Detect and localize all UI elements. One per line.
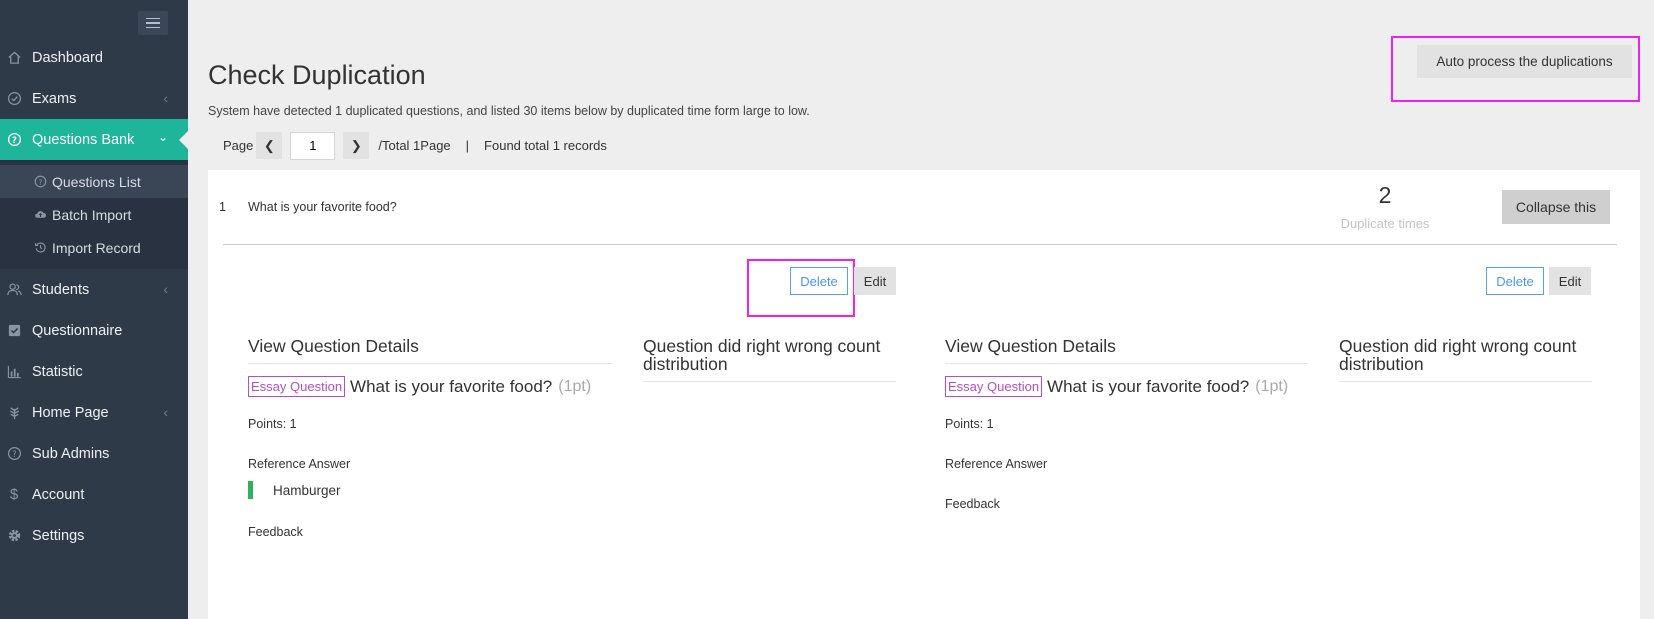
sidebar-item-label: Questionnaire <box>32 322 123 339</box>
sidebar-item-label: Sub Admins <box>32 445 110 462</box>
question-points-tag: (1pt) <box>1255 377 1289 395</box>
question-details: View Question Details Essay Question Wha… <box>248 337 613 539</box>
sidebar-item-label: Settings <box>32 527 85 544</box>
page-title: Check Duplication <box>208 60 426 90</box>
svg-text:?: ? <box>12 135 17 145</box>
sidebar-subitem-batch-import[interactable]: Batch Import <box>0 198 188 231</box>
feedback-label: Feedback <box>248 525 303 539</box>
reference-answer-label: Reference Answer <box>248 457 351 471</box>
total-pages: /Total 1Page <box>378 138 451 153</box>
records-count: Found total 1 records <box>484 138 607 153</box>
check-circle-icon <box>6 91 22 107</box>
sidebar-item-label: Students <box>32 281 90 298</box>
edit-button[interactable]: Edit <box>1549 267 1591 295</box>
sidebar-item-exams[interactable]: Exams ‹ <box>0 78 188 119</box>
distribution-section: Question did right wrong count distribut… <box>643 337 896 382</box>
distribution-heading: Question did right wrong count distribut… <box>1339 337 1592 382</box>
question-circle-icon: ? <box>6 446 22 462</box>
sidebar-nav: Dashboard Exams ‹ ? Questions Bank ⌄ ? Q… <box>0 37 189 556</box>
question-type-badge: Essay Question <box>945 376 1043 397</box>
reference-answer: Hamburger <box>248 481 613 499</box>
gear-icon <box>6 528 22 544</box>
dollar-icon: $ <box>9 486 19 503</box>
chevron-left-icon: ❮ <box>263 137 275 153</box>
users-icon <box>6 282 22 298</box>
home-icon <box>6 50 22 66</box>
question-title: What is your favorite food? <box>1047 376 1250 396</box>
bar-chart-icon <box>6 364 22 380</box>
chevron-left-icon: ‹ <box>163 90 168 106</box>
sidebar-item-settings[interactable]: Settings <box>0 515 188 556</box>
svg-text:?: ? <box>38 177 42 186</box>
points-text: Points: 1 <box>248 417 297 431</box>
sidebar-item-label: Account <box>32 486 85 503</box>
sidebar: Dashboard Exams ‹ ? Questions Bank ⌄ ? Q… <box>0 0 189 619</box>
reference-answer-label: Reference Answer <box>945 457 1048 471</box>
distribution-heading: Question did right wrong count distribut… <box>643 337 896 382</box>
page-number-input[interactable] <box>290 131 336 160</box>
points-text: Points: 1 <box>945 417 994 431</box>
details-heading: View Question Details <box>945 337 1308 364</box>
next-page-button[interactable]: ❯ <box>343 132 370 159</box>
sidebar-item-account[interactable]: $ Account <box>0 474 188 515</box>
edit-button[interactable]: Edit <box>854 267 896 295</box>
page-subtitle: System have detected 1 duplicated questi… <box>208 104 810 118</box>
page-label: Page <box>223 138 254 153</box>
checkbox-icon <box>6 323 22 339</box>
sidebar-item-label: Dashboard <box>32 49 103 66</box>
chevron-left-icon: ‹ <box>163 281 168 297</box>
sidebar-item-students[interactable]: Students ‹ <box>0 269 188 310</box>
question-points-tag: (1pt) <box>558 377 592 395</box>
feedback-label: Feedback <box>945 497 1000 511</box>
svg-text:?: ? <box>12 449 16 459</box>
cloud-upload-icon <box>33 208 47 222</box>
chevron-left-icon: ‹ <box>163 404 168 420</box>
sidebar-subitem-label: Batch Import <box>52 206 132 223</box>
sidebar-item-statistic[interactable]: Statistic <box>0 351 188 392</box>
duplicate-times-label: Duplicate times <box>1340 216 1430 231</box>
sidebar-item-dashboard[interactable]: Dashboard <box>0 37 188 78</box>
distribution-section: Question did right wrong count distribut… <box>1339 337 1592 382</box>
sidebar-item-label: Statistic <box>32 363 83 380</box>
sidebar-subitem-label: Questions List <box>52 173 141 190</box>
duplicate-count: 2 <box>1378 182 1392 208</box>
collapse-button[interactable]: Collapse this <box>1502 190 1610 224</box>
history-icon <box>33 241 47 255</box>
question-line: Essay Question What is your favorite foo… <box>945 376 1308 397</box>
question-circle-icon: ? <box>33 175 47 189</box>
sidebar-item-sub-admins[interactable]: ? Sub Admins <box>0 433 188 474</box>
auto-process-button[interactable]: Auto process the duplications <box>1417 45 1632 78</box>
pager-separator: | <box>465 138 470 153</box>
sidebar-item-label: Questions Bank <box>32 131 135 148</box>
sidebar-subitem-import-record[interactable]: Import Record <box>0 231 188 264</box>
delete-button[interactable]: Delete <box>790 267 848 295</box>
sidebar-subitem-label: Import Record <box>52 239 141 256</box>
question-line: Essay Question What is your favorite foo… <box>248 376 613 397</box>
question-circle-icon: ? <box>6 132 22 148</box>
sidebar-subitem-questions-list[interactable]: ? Questions List <box>0 165 188 198</box>
question-title: What is your favorite food? <box>350 376 553 396</box>
question-details: View Question Details Essay Question Wha… <box>945 337 1308 511</box>
pagination: Page ❮ ❯ /Total 1Page | Found total 1 re… <box>223 131 607 160</box>
sidebar-item-home-page[interactable]: Home Page ‹ <box>0 392 188 433</box>
delete-button[interactable]: Delete <box>1486 267 1544 295</box>
sidebar-item-label: Exams <box>32 90 77 107</box>
group-question: What is your favorite food? <box>248 200 397 214</box>
divider <box>223 244 1617 245</box>
menu-toggle-button[interactable] <box>138 11 168 35</box>
question-type-badge: Essay Question <box>248 376 346 397</box>
chevron-right-icon: ❯ <box>350 137 362 153</box>
details-heading: View Question Details <box>248 337 613 364</box>
sidebar-submenu: ? Questions List Batch Import Import Rec… <box>0 160 188 269</box>
chevron-down-icon: ⌄ <box>157 130 168 144</box>
sidebar-item-label: Home Page <box>32 404 109 421</box>
group-index: 1 <box>219 200 226 214</box>
duplication-panel: 1 What is your favorite food? 2 Duplicat… <box>208 170 1640 619</box>
duplicate-group-header: 1 What is your favorite food? 2 Duplicat… <box>208 170 1640 245</box>
prev-page-button[interactable]: ❮ <box>256 132 283 159</box>
sidebar-item-questions-bank[interactable]: ? Questions Bank ⌄ <box>0 119 189 160</box>
leaf-icon <box>6 405 22 421</box>
sidebar-item-questionnaire[interactable]: Questionnaire <box>0 310 188 351</box>
